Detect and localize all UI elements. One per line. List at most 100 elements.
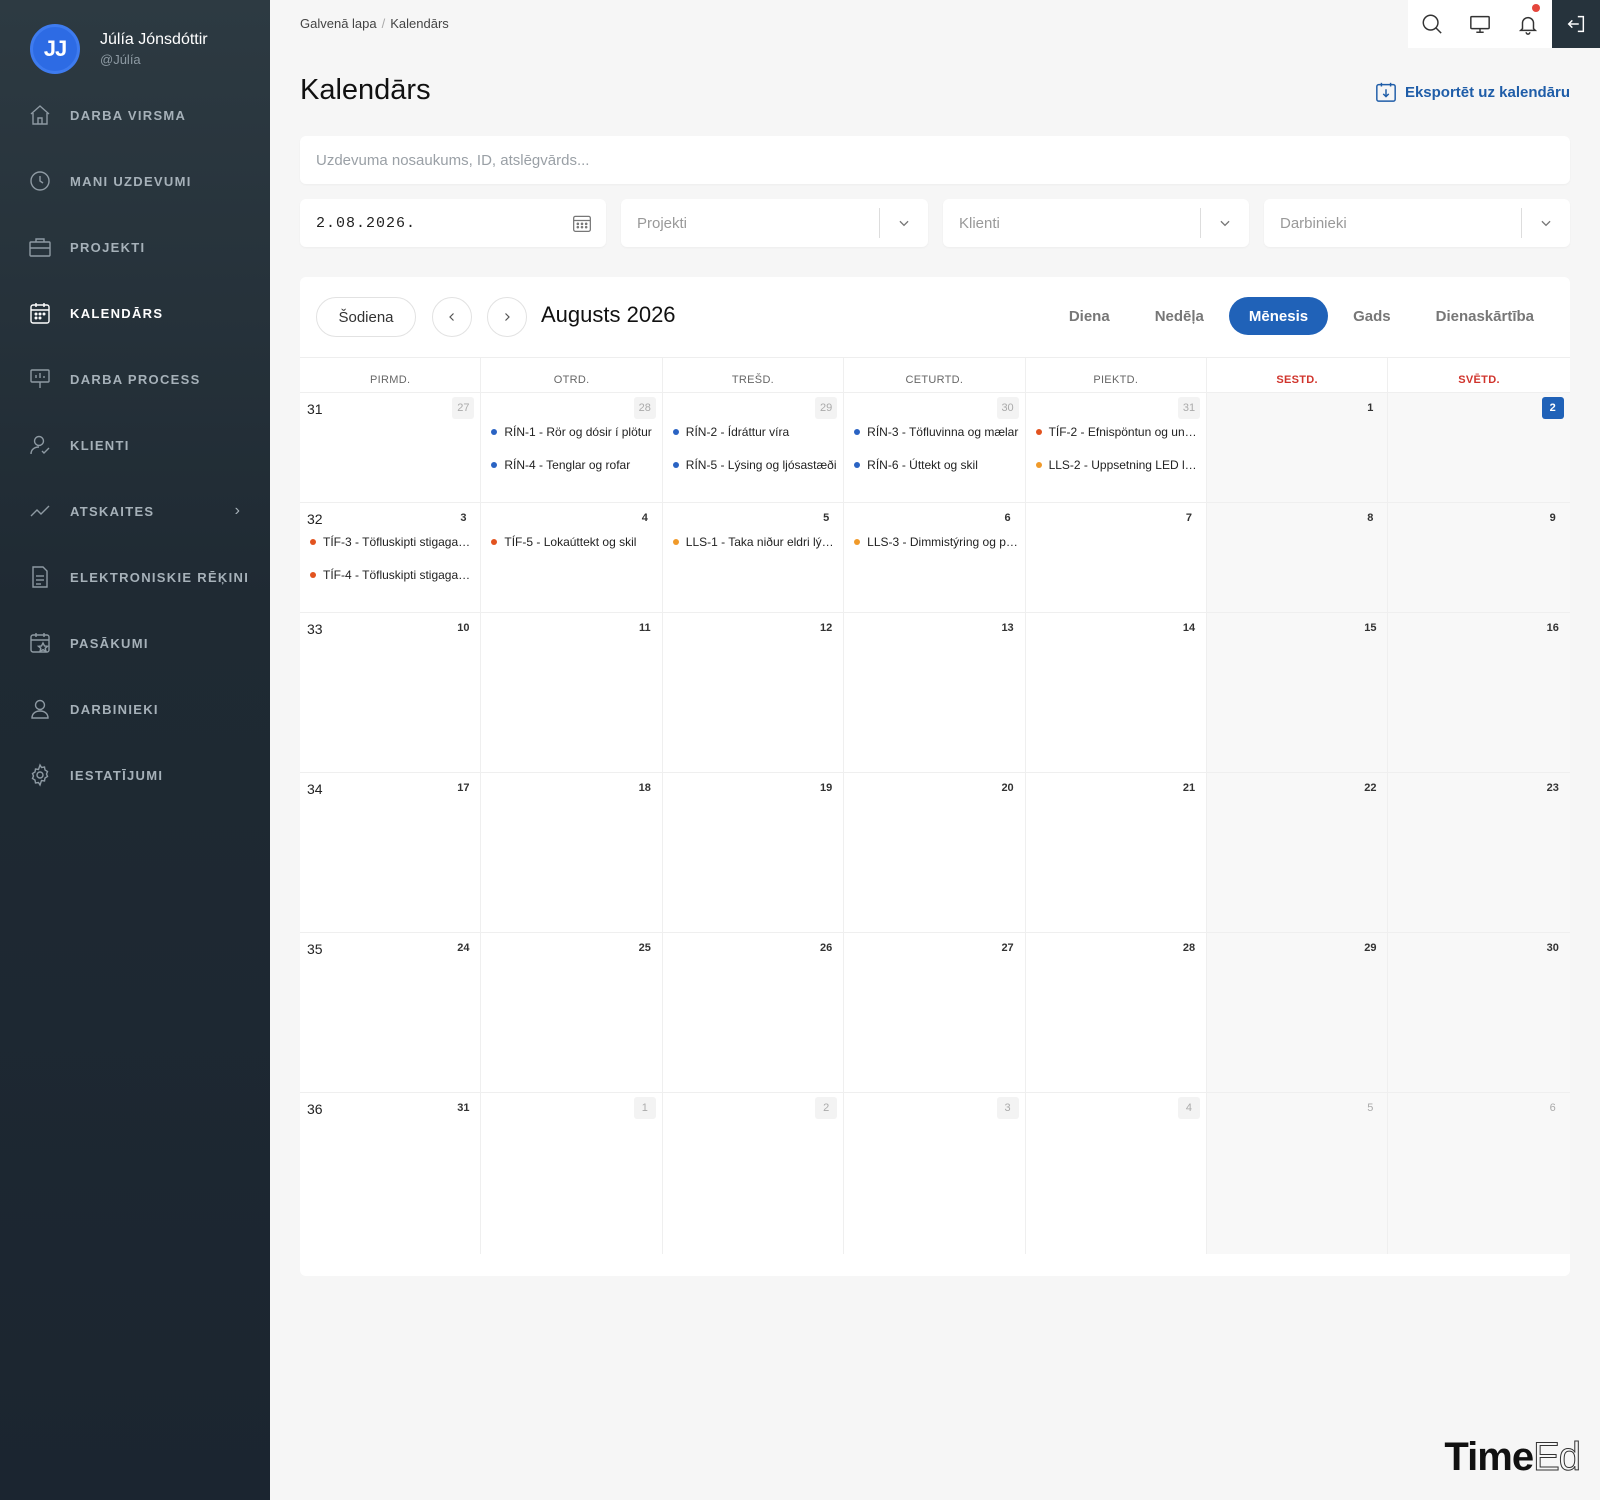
prev-month-button[interactable]: [432, 297, 472, 337]
calendar-event[interactable]: LLS-1 - Taka niður eldri lýsingu: [672, 535, 837, 549]
day-cell[interactable]: 15: [1206, 613, 1389, 772]
day-number[interactable]: 27: [997, 937, 1019, 959]
calendar-icon[interactable]: [558, 213, 606, 233]
chevron-down-icon[interactable]: [1522, 216, 1570, 230]
day-number[interactable]: 20: [997, 777, 1019, 799]
day-cell[interactable]: 3: [844, 1093, 1026, 1254]
day-number[interactable]: 31: [452, 1097, 474, 1119]
day-cell[interactable]: 13: [844, 613, 1026, 772]
day-cell[interactable]: 21: [1026, 773, 1207, 932]
day-number[interactable]: 22: [1359, 777, 1381, 799]
day-number[interactable]: 29: [1359, 937, 1381, 959]
view-tab[interactable]: Gads: [1333, 297, 1411, 335]
day-cell[interactable]: 4 TÍF-5 - Lokaúttekt og skil: [481, 503, 663, 612]
day-number[interactable]: 23: [1542, 777, 1564, 799]
day-cell[interactable]: 31 TÍF-2 - Efnispöntun og undirbúningur LL…: [1026, 393, 1207, 502]
calendar-event[interactable]: RÍN-3 - Töfluvinna og mælar: [854, 425, 1018, 439]
day-cell[interactable]: 29 RÍN-2 - Ídráttur víra RÍN-5 - Lýsing og…: [663, 393, 845, 502]
calendar-event[interactable]: RÍN-6 - Úttekt og skil: [854, 458, 1018, 472]
sidebar-item-kalendārs[interactable]: KALENDĀRS: [0, 280, 270, 346]
avatar[interactable]: JJ: [30, 24, 80, 74]
day-number[interactable]: 3: [996, 1097, 1019, 1119]
day-number[interactable]: 2: [815, 1097, 838, 1119]
day-number[interactable]: 4: [634, 507, 656, 529]
sidebar-item-projekti[interactable]: PROJEKTI: [0, 214, 270, 280]
calendar-event[interactable]: LLS-2 - Uppsetning LED lýsingar: [1035, 458, 1200, 472]
day-cell[interactable]: 2: [1388, 393, 1570, 502]
day-number[interactable]: 26: [815, 937, 837, 959]
day-cell[interactable]: 6: [1388, 1093, 1570, 1254]
sidebar-item-elektroniskie-rēķini[interactable]: ELEKTRONISKIE RĒĶINI: [0, 544, 270, 610]
day-cell[interactable]: 19: [663, 773, 845, 932]
day-cell[interactable]: 5 LLS-1 - Taka niður eldri lýsingu: [663, 503, 845, 612]
day-number[interactable]: 12: [815, 617, 837, 639]
day-cell[interactable]: 32 3 TÍF-3 - Töfluskipti stigagangur TÍF-4 …: [300, 503, 482, 612]
sidebar-item-darbinieki[interactable]: DARBINIEKI: [0, 676, 270, 742]
day-cell[interactable]: 25: [481, 933, 663, 1092]
day-cell[interactable]: 18: [481, 773, 663, 932]
day-cell[interactable]: 14: [1026, 613, 1207, 772]
today-button[interactable]: Šodiena: [316, 297, 416, 337]
sidebar-item-mani-uzdevumi[interactable]: MANI UZDEVUMI: [0, 148, 270, 214]
day-cell[interactable]: 6 LLS-3 - Dimmistýring og prófanir: [844, 503, 1026, 612]
day-number[interactable]: 28: [1178, 937, 1200, 959]
day-number[interactable]: 14: [1178, 617, 1200, 639]
day-number[interactable]: 31: [1177, 397, 1200, 419]
chevron-down-icon[interactable]: [880, 216, 928, 230]
search-icon[interactable]: [1408, 0, 1456, 48]
clients-select[interactable]: Klienti: [943, 199, 1249, 247]
day-cell[interactable]: 9: [1388, 503, 1570, 612]
view-tab[interactable]: Mēnesis: [1228, 297, 1329, 335]
day-number[interactable]: 1: [1359, 397, 1381, 419]
day-number[interactable]: 5: [815, 507, 837, 529]
date-picker[interactable]: 2.08.2026.: [300, 199, 606, 247]
day-number[interactable]: 24: [452, 937, 474, 959]
day-cell[interactable]: 30 RÍN-3 - Töfluvinna og mælar RÍN-6 - Útt…: [844, 393, 1026, 502]
sidebar-item-darba-process[interactable]: DARBA PROCESS: [0, 346, 270, 412]
day-number[interactable]: 21: [1178, 777, 1200, 799]
breadcrumb-home[interactable]: Galvenā lapa: [300, 16, 377, 31]
day-cell[interactable]: 1: [1206, 393, 1389, 502]
day-cell[interactable]: 30: [1388, 933, 1570, 1092]
day-cell[interactable]: 33 10: [300, 613, 482, 772]
day-number[interactable]: 30: [1542, 937, 1564, 959]
day-number[interactable]: 6: [1542, 1097, 1564, 1119]
next-month-button[interactable]: [487, 297, 527, 337]
bell-icon[interactable]: [1504, 0, 1552, 48]
day-cell[interactable]: 12: [663, 613, 845, 772]
day-cell[interactable]: 11: [481, 613, 663, 772]
day-number[interactable]: 13: [997, 617, 1019, 639]
employees-select[interactable]: Darbinieki: [1264, 199, 1570, 247]
search-input[interactable]: [300, 136, 1570, 184]
day-cell[interactable]: 26: [663, 933, 845, 1092]
logout-icon[interactable]: [1552, 0, 1600, 48]
calendar-event[interactable]: TÍF-4 - Töfluskipti stigagangur B: [310, 568, 474, 582]
calendar-event[interactable]: RÍN-5 - Lýsing og ljósastæði: [672, 458, 837, 472]
view-tab[interactable]: Diena: [1049, 297, 1130, 335]
day-cell[interactable]: 31 27: [300, 393, 482, 502]
calendar-event[interactable]: LLS-3 - Dimmistýring og prófanir: [854, 535, 1019, 549]
day-number[interactable]: 2: [1541, 397, 1564, 419]
day-number[interactable]: 4: [1177, 1097, 1200, 1119]
day-cell[interactable]: 28 RÍN-1 - Rör og dósir í plötur RÍN-4 - T…: [481, 393, 663, 502]
day-cell[interactable]: 22: [1206, 773, 1389, 932]
day-cell[interactable]: 28: [1026, 933, 1207, 1092]
day-number[interactable]: 1: [633, 1097, 656, 1119]
day-number[interactable]: 6: [997, 507, 1019, 529]
monitor-icon[interactable]: [1456, 0, 1504, 48]
sidebar-item-klienti[interactable]: KLIENTI: [0, 412, 270, 478]
day-number[interactable]: 17: [452, 777, 474, 799]
day-number[interactable]: 29: [815, 397, 838, 419]
calendar-event[interactable]: TÍF-5 - Lokaúttekt og skil: [491, 535, 655, 549]
view-tab[interactable]: Dienaskārtība: [1416, 297, 1554, 335]
sidebar-item-pasākumi[interactable]: PASĀKUMI: [0, 610, 270, 676]
day-number[interactable]: 10: [452, 617, 474, 639]
day-number[interactable]: 9: [1542, 507, 1564, 529]
day-number[interactable]: 25: [634, 937, 656, 959]
day-number[interactable]: 18: [634, 777, 656, 799]
day-cell[interactable]: 16: [1388, 613, 1570, 772]
day-number[interactable]: 19: [815, 777, 837, 799]
calendar-event[interactable]: RÍN-2 - Ídráttur víra: [672, 425, 837, 439]
day-cell[interactable]: 34 17: [300, 773, 482, 932]
day-number[interactable]: 30: [996, 397, 1019, 419]
